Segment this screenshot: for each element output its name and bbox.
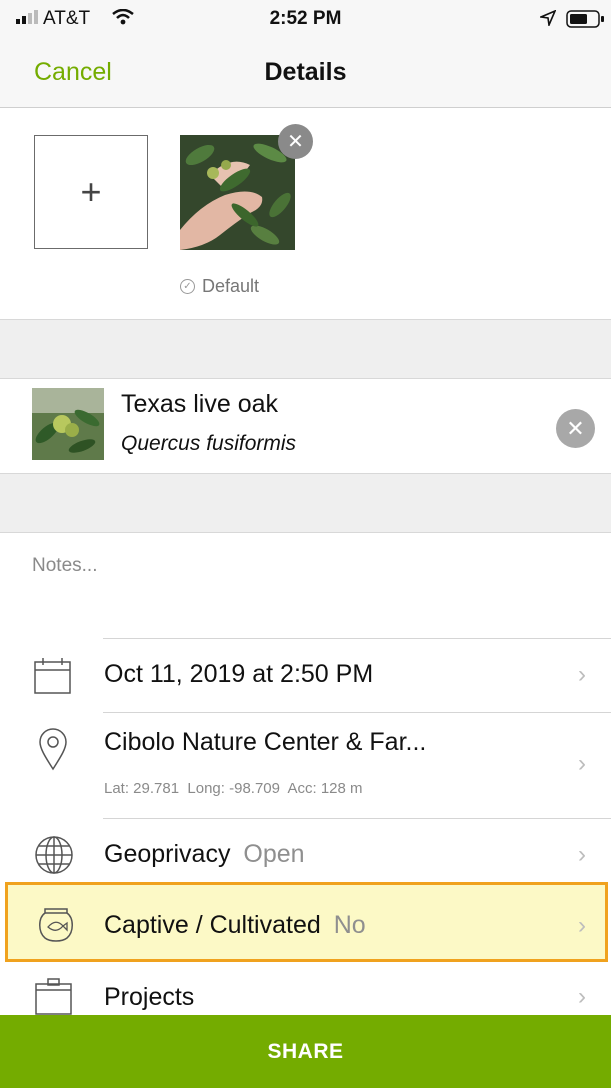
taxon-common-name[interactable]: Texas live oak [121, 390, 278, 419]
share-button[interactable]: SHARE [0, 1015, 611, 1088]
plus-icon: + [80, 171, 102, 212]
notes-input[interactable]: Notes... [32, 555, 97, 577]
projects-row[interactable] [0, 965, 611, 1015]
cancel-button[interactable]: Cancel [34, 58, 112, 87]
chevron-right-icon: › [578, 841, 586, 868]
chevron-right-icon: › [578, 983, 586, 1010]
captive-setting: Captive / Cultivated No [104, 911, 366, 940]
section-divider [0, 473, 611, 533]
chevron-right-icon: › [578, 661, 586, 688]
remove-photo-button[interactable]: ✕ [278, 124, 313, 159]
location-pin-icon [38, 727, 68, 776]
status-bar: AT&T 2:52 PM [0, 0, 611, 40]
add-photo-button[interactable]: + [34, 135, 148, 249]
taxon-photo[interactable] [32, 388, 104, 460]
geoprivacy-label: Geoprivacy [104, 840, 231, 868]
section-divider [0, 319, 611, 379]
captive-value: No [333, 911, 366, 939]
chevron-right-icon: › [578, 750, 586, 777]
location-coordinates: Lat: 29.781 Long: -98.709 Acc: 128 m [104, 780, 363, 797]
clear-taxon-button[interactable]: ✕ [556, 409, 595, 448]
close-icon: ✕ [287, 131, 304, 153]
default-photo-indicator[interactable]: ✓ Default [180, 276, 259, 297]
date-label: Oct 11, 2019 at 2:50 PM [104, 660, 374, 688]
projects-icon [34, 977, 74, 1020]
clock-label: 2:52 PM [269, 8, 342, 29]
default-label: Default [202, 276, 260, 296]
observation-photo[interactable] [180, 135, 295, 250]
location-label: Cibolo Nature Center & Far... [104, 728, 427, 756]
nav-bar: Details Cancel [0, 40, 611, 108]
close-icon: ✕ [566, 415, 585, 441]
location-arrow-icon [538, 9, 557, 32]
taxon-scientific-name: Quercus fusiformis [121, 432, 297, 455]
battery-icon [566, 10, 606, 34]
geoprivacy-setting: Geoprivacy Open [104, 840, 305, 869]
projects-label: Projects [104, 983, 195, 1011]
checkmark-icon: ✓ [180, 279, 195, 294]
captive-label: Captive / Cultivated [104, 911, 321, 939]
calendar-icon [33, 657, 73, 700]
geoprivacy-row[interactable] [0, 819, 611, 883]
geoprivacy-value: Open [243, 840, 305, 868]
fishbowl-icon [36, 904, 76, 949]
globe-icon [34, 835, 74, 880]
chevron-right-icon: › [578, 912, 586, 939]
